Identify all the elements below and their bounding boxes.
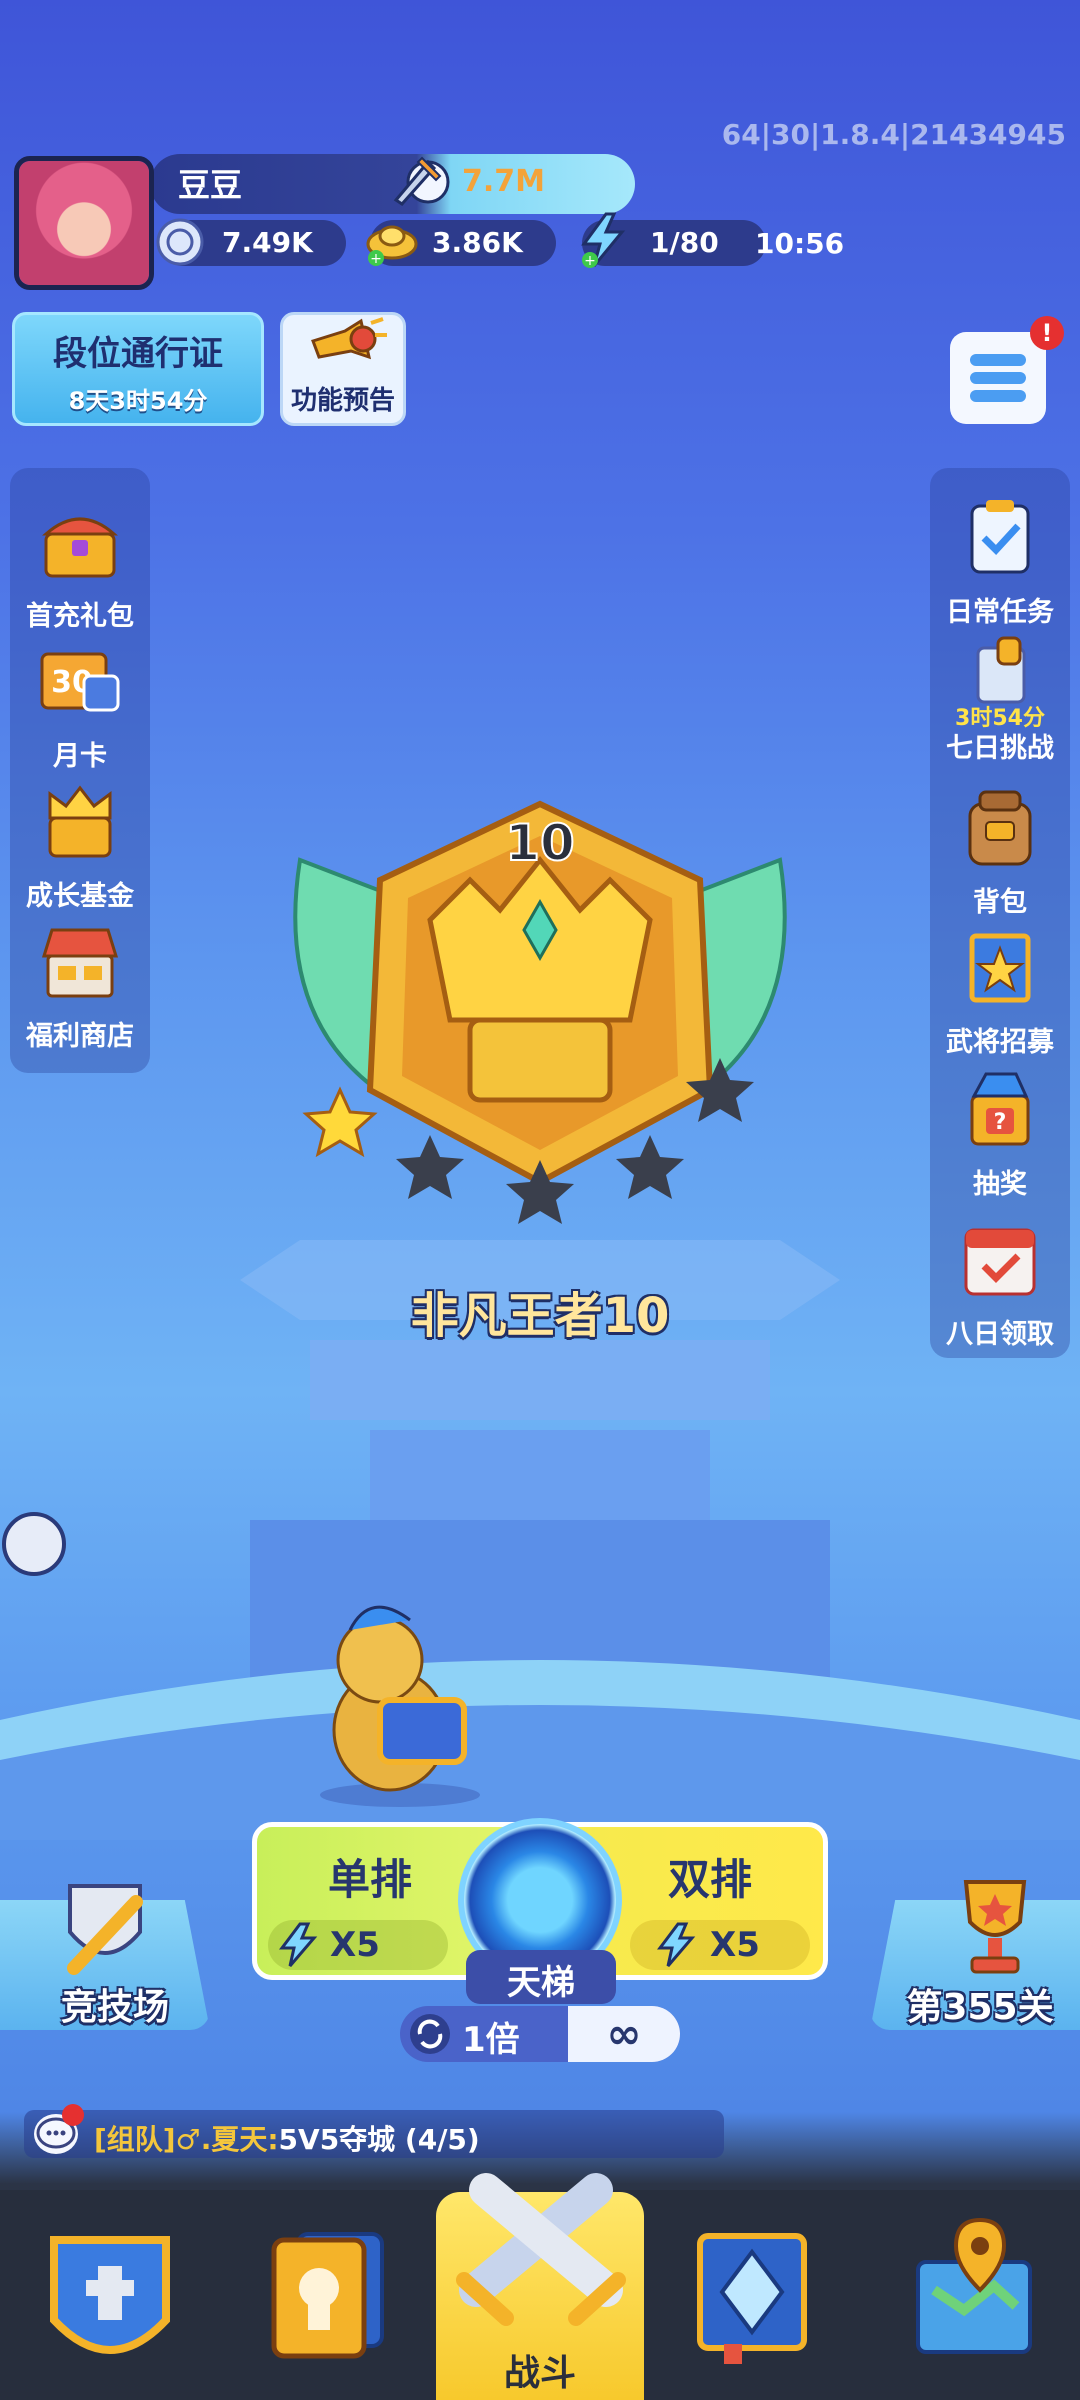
shop-icon bbox=[41, 928, 119, 998]
chat-sender: ♂.夏天: bbox=[175, 2123, 279, 2156]
energy-icon bbox=[279, 1922, 318, 1967]
hero-card-icon bbox=[271, 2232, 384, 2359]
monthly-card-label: 月卡 bbox=[53, 741, 107, 772]
daily-tasks-button[interactable]: 日常任务 bbox=[930, 496, 1070, 629]
daily-tasks-label: 日常任务 bbox=[946, 597, 1054, 628]
sword-shield-arena-icon bbox=[67, 1884, 143, 1975]
nav-tab-map[interactable] bbox=[904, 2210, 1044, 2370]
gold-resource[interactable]: + 3.86K bbox=[366, 220, 556, 267]
seven-day-challenge-timer: 3时54分 bbox=[955, 706, 1045, 731]
rank-pass-timer: 8天3时54分 bbox=[68, 387, 208, 415]
multiplier-value: 1倍 bbox=[462, 2020, 520, 2060]
first-recharge-pack-button[interactable]: 首充礼包 bbox=[10, 500, 150, 633]
feature-preview-label: 功能预告 bbox=[290, 386, 395, 416]
silver-resource[interactable]: 7.49K bbox=[156, 218, 346, 266]
main-menu-button[interactable] bbox=[950, 332, 1046, 424]
crossed-swords-icon bbox=[456, 2173, 626, 2326]
nav-tab-guild[interactable] bbox=[40, 2210, 180, 2370]
solo-cost: X5 bbox=[268, 1920, 448, 1970]
rank-emblem: 10 bbox=[293, 800, 787, 1224]
star-filled bbox=[302, 1086, 378, 1158]
star-empty bbox=[396, 1135, 464, 1199]
duo-queue-button[interactable]: 双排 bbox=[630, 1846, 790, 1907]
menu-icon bbox=[970, 354, 1026, 402]
backpack-icon bbox=[968, 790, 1032, 866]
backpack-button[interactable]: 背包 bbox=[930, 786, 1070, 919]
welfare-shop-label: 福利商店 bbox=[26, 1021, 134, 1052]
solo-queue-button[interactable]: 单排 bbox=[290, 1846, 450, 1907]
clipboard-icon bbox=[970, 500, 1030, 574]
sword-shield-icon bbox=[393, 156, 450, 206]
shield-banner-icon bbox=[50, 2236, 170, 2354]
version-text: 64|30|1.8.4|21434945 bbox=[721, 118, 1066, 151]
silver-value: 7.49K bbox=[222, 226, 313, 259]
recruit-scroll-icon bbox=[969, 933, 1031, 1003]
trophy-icon bbox=[963, 1880, 1027, 1974]
map-pin-icon bbox=[916, 2217, 1032, 2354]
combat-power-value: 7.7M bbox=[462, 164, 545, 199]
chat-channel: [组队] bbox=[94, 2123, 176, 2156]
energy-icon: + bbox=[581, 212, 626, 269]
rank-title: 非凡王者10 bbox=[410, 1288, 670, 1344]
nav-battle-label: 战斗 bbox=[503, 2353, 576, 2394]
infinity-value: ∞ bbox=[606, 2009, 642, 2058]
energy-resource[interactable]: + 1/80 bbox=[581, 212, 766, 269]
nav-tab-heroes[interactable] bbox=[258, 2210, 398, 2370]
hero-character bbox=[320, 1605, 480, 1807]
player-name: 豆豆 bbox=[178, 166, 243, 204]
general-recruit-label: 武将招募 bbox=[946, 1027, 1054, 1058]
lottery-label: 抽奖 bbox=[973, 1169, 1027, 1200]
rank-level-number: 10 bbox=[505, 814, 575, 872]
ladder-label: 天梯 bbox=[507, 1963, 575, 2003]
nav-tab-codex[interactable] bbox=[684, 2210, 824, 2370]
rank-pass-title: 段位通行证 bbox=[53, 334, 223, 374]
solo-cost-value: X5 bbox=[330, 1925, 380, 1965]
duo-cost: X5 bbox=[630, 1920, 810, 1970]
silver-coin-icon bbox=[156, 218, 204, 266]
refresh-icon bbox=[410, 2014, 450, 2054]
backpack-label: 背包 bbox=[973, 887, 1027, 918]
general-recruit-button[interactable]: 武将招募 bbox=[930, 926, 1070, 1059]
lottery-box-icon: ? bbox=[970, 1072, 1030, 1146]
player-avatar[interactable] bbox=[14, 156, 154, 290]
megaphone-icon bbox=[311, 317, 387, 360]
gold-ingot-icon: + bbox=[366, 225, 418, 267]
lottery-button[interactable]: ? 抽奖 bbox=[930, 1068, 1070, 1201]
crystal-book-icon bbox=[697, 2233, 807, 2364]
star-empty bbox=[616, 1135, 684, 1199]
growth-fund-button[interactable]: 成长基金 bbox=[10, 780, 150, 913]
chat-notification-dot bbox=[62, 2104, 84, 2126]
energy-icon bbox=[657, 1922, 696, 1967]
menu-notification-badge: ! bbox=[1030, 316, 1064, 350]
svg-text:?: ? bbox=[994, 1110, 1007, 1135]
friend-avatar-button[interactable] bbox=[2, 1512, 66, 1576]
crown-chest-icon bbox=[48, 785, 112, 858]
energy-value: 1/80 bbox=[650, 226, 719, 259]
seven-day-challenge-button[interactable]: 3时54分 七日挑战 bbox=[930, 634, 1070, 765]
treasure-chest-icon bbox=[42, 517, 118, 578]
first-recharge-pack-label: 首充礼包 bbox=[26, 601, 134, 632]
monthly-card-button[interactable]: 30 月卡 bbox=[10, 640, 150, 773]
stage-level-label: 第355关 bbox=[906, 1987, 1054, 2028]
svg-text:+: + bbox=[370, 251, 382, 267]
arena-label: 竞技场 bbox=[60, 1987, 169, 2028]
svg-text:+: + bbox=[584, 253, 596, 269]
gold-value: 3.86K bbox=[432, 226, 523, 259]
monthly-card-icon: 30 bbox=[40, 652, 120, 712]
clock-text: 10:56 bbox=[755, 227, 845, 260]
chat-message: [组队]♂.夏天:5V5夺城 (4/5) bbox=[94, 2118, 480, 2158]
duo-cost-value: X5 bbox=[710, 1925, 760, 1965]
chat-text: 5V5夺城 (4/5) bbox=[278, 2123, 480, 2156]
growth-fund-label: 成长基金 bbox=[26, 881, 134, 912]
welfare-shop-button[interactable]: 福利商店 bbox=[10, 920, 150, 1053]
